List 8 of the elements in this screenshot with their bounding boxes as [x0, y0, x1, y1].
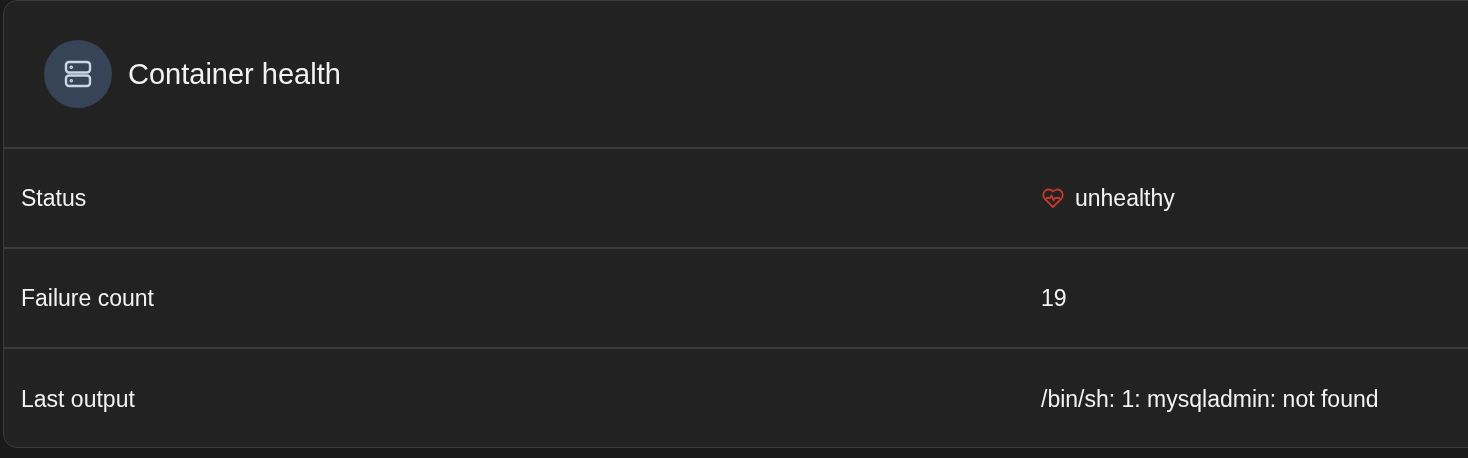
field-label: Failure count	[20, 284, 155, 312]
heart-pulse-icon	[1041, 187, 1065, 209]
field-value: /bin/sh: 1: mysqladmin: not found	[1041, 385, 1379, 413]
field-value: 19	[1041, 284, 1067, 312]
field-label: Last output	[20, 385, 136, 413]
card-title: Container health	[128, 57, 341, 91]
field-label: Status	[20, 184, 88, 212]
status-value: unhealthy	[1075, 184, 1175, 212]
